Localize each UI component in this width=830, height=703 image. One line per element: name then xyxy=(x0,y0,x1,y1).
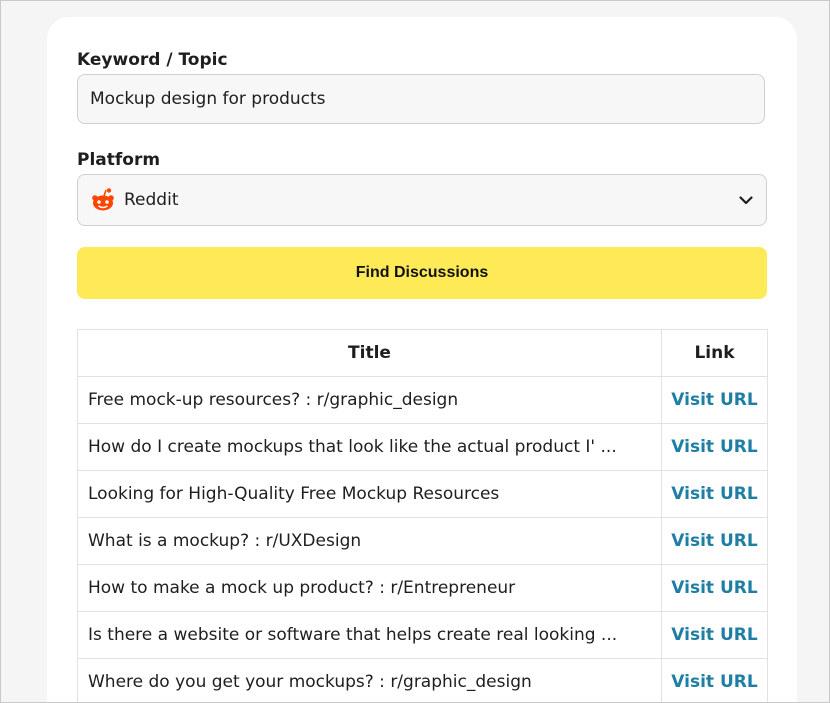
table-row: Is there a website or software that help… xyxy=(77,611,768,659)
row-link-cell: Visit URL xyxy=(661,517,768,565)
platform-select-value: Reddit xyxy=(124,190,179,210)
table-row: What is a mockup? : r/UXDesign Visit URL xyxy=(77,517,768,565)
visit-url-link[interactable]: Visit URL xyxy=(671,672,757,692)
visit-url-link[interactable]: Visit URL xyxy=(671,484,757,504)
column-header-link: Link xyxy=(661,329,768,377)
find-discussions-button[interactable]: Find Discussions xyxy=(77,247,767,299)
platform-label: Platform xyxy=(77,150,161,170)
row-title: Looking for High-Quality Free Mockup Res… xyxy=(77,470,662,518)
visit-url-link[interactable]: Visit URL xyxy=(671,437,757,457)
search-card: Keyword / Topic Platform Reddit xyxy=(47,17,797,702)
row-title: How to make a mock up product? : r/Entre… xyxy=(77,564,662,612)
row-link-cell: Visit URL xyxy=(661,376,768,424)
row-link-cell: Visit URL xyxy=(661,611,768,659)
row-title: Is there a website or software that help… xyxy=(77,611,662,659)
visit-url-link[interactable]: Visit URL xyxy=(671,578,757,598)
visit-url-link[interactable]: Visit URL xyxy=(671,531,757,551)
chevron-down-icon xyxy=(738,192,754,208)
table-row: Looking for High-Quality Free Mockup Res… xyxy=(77,470,768,518)
row-title: What is a mockup? : r/UXDesign xyxy=(77,517,662,565)
row-link-cell: Visit URL xyxy=(661,470,768,518)
row-title: Where do you get your mockups? : r/graph… xyxy=(77,658,662,702)
row-title: Free mock-up resources? : r/graphic_desi… xyxy=(77,376,662,424)
column-header-title: Title xyxy=(77,329,662,377)
results-table: Title Link Free mock-up resources? : r/g… xyxy=(77,329,768,702)
row-title: How do I create mockups that look like t… xyxy=(77,423,662,471)
keyword-input[interactable] xyxy=(77,74,765,124)
row-link-cell: Visit URL xyxy=(661,564,768,612)
table-row: Free mock-up resources? : r/graphic_desi… xyxy=(77,376,768,424)
visit-url-link[interactable]: Visit URL xyxy=(671,390,757,410)
reddit-icon xyxy=(90,187,116,213)
visit-url-link[interactable]: Visit URL xyxy=(671,625,757,645)
table-row: How to make a mock up product? : r/Entre… xyxy=(77,564,768,612)
keyword-label: Keyword / Topic xyxy=(77,50,228,70)
app-frame: Keyword / Topic Platform Reddit xyxy=(0,0,830,703)
table-row: How do I create mockups that look like t… xyxy=(77,423,768,471)
row-link-cell: Visit URL xyxy=(661,423,768,471)
table-header-row: Title Link xyxy=(77,329,768,377)
platform-select[interactable]: Reddit xyxy=(77,174,767,226)
row-link-cell: Visit URL xyxy=(661,658,768,702)
table-row: Where do you get your mockups? : r/graph… xyxy=(77,658,768,702)
